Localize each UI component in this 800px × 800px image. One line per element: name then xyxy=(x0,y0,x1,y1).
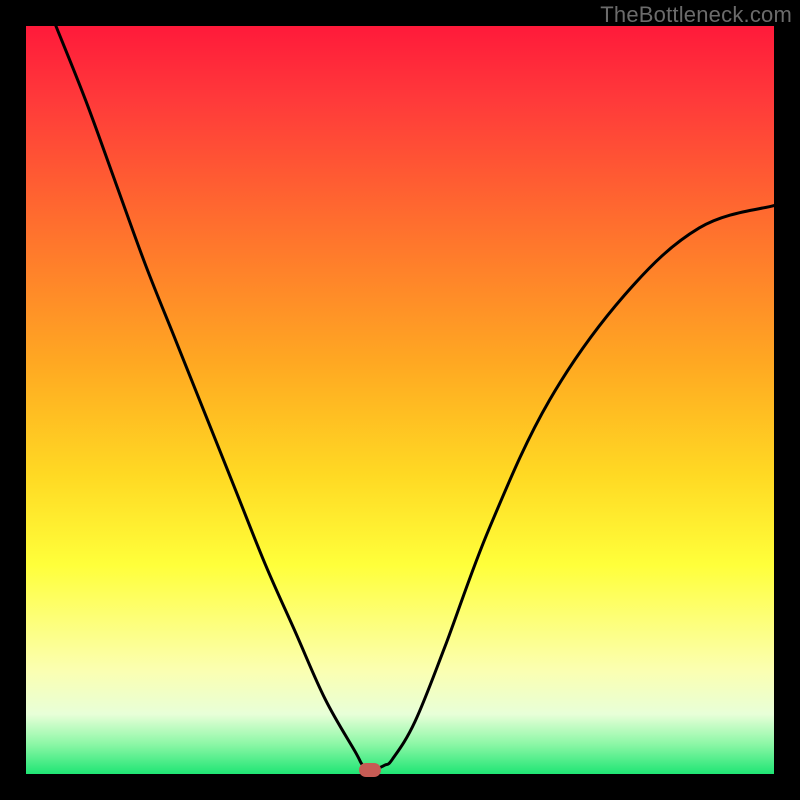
bottleneck-curve xyxy=(26,26,774,774)
plot-area xyxy=(26,26,774,774)
optimal-point-marker xyxy=(359,763,381,777)
watermark-text: TheBottleneck.com xyxy=(600,2,792,28)
chart-frame: TheBottleneck.com xyxy=(0,0,800,800)
